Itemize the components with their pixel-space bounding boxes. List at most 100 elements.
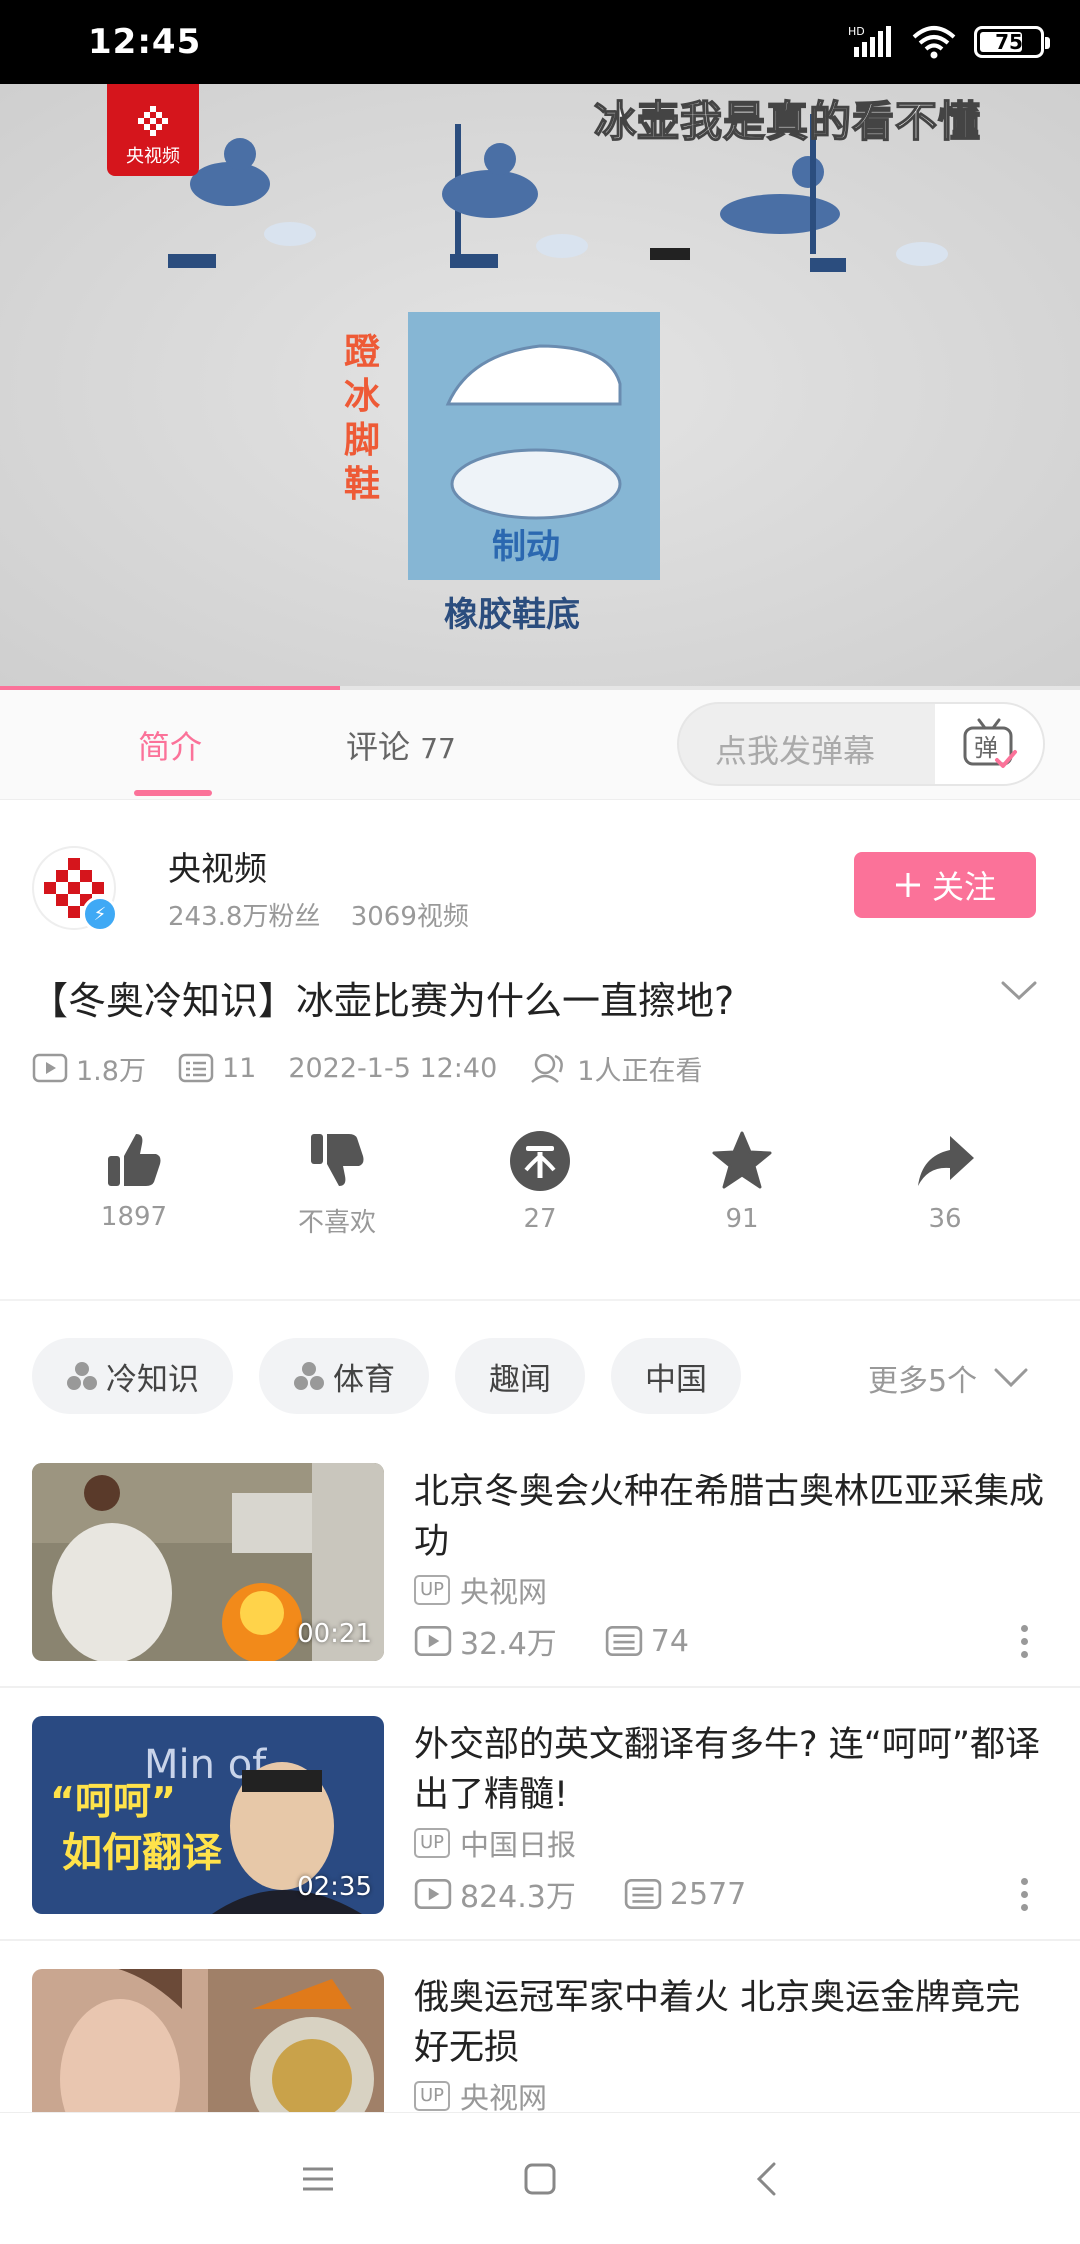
- list-item[interactable]: 00:21 北京冬奥会火种在希腊古奥林匹亚采集成功 UP 央视网 32.4万 7…: [0, 1463, 1080, 1713]
- play-count-icon: [414, 1625, 452, 1657]
- video-title[interactable]: 俄奥运冠军家中着火 北京奥运金牌竟完好无损: [414, 1973, 1054, 2073]
- video-title[interactable]: 外交部的英文翻译有多牛? 连“呵呵”都译出了精髓!: [414, 1720, 1054, 1820]
- watching-now: 1人正在看: [529, 1049, 702, 1088]
- danmaku-count: 11: [178, 1053, 256, 1084]
- list-divider: [0, 1686, 1080, 1688]
- list-divider: [0, 1939, 1080, 1941]
- author-name: 央视网: [460, 2081, 548, 2112]
- status-bar: 12:45 HD 75: [0, 0, 1080, 84]
- author-card: ⚡ 央视频 243.8万粉丝 3069视频 关注: [0, 800, 1080, 933]
- danmaku-count-icon: [178, 1053, 214, 1083]
- chevron-down-icon: [994, 1368, 1028, 1388]
- tab-intro[interactable]: 简介: [138, 722, 202, 768]
- back-chevron-icon: [756, 2162, 776, 2196]
- author-stats: 243.8万粉丝 3069视频: [168, 896, 469, 933]
- danmaku-toggle-button[interactable]: 弹: [935, 704, 1043, 784]
- more-options-icon[interactable]: [1016, 1625, 1032, 1661]
- danmaku-count-value: 74: [650, 1623, 689, 1659]
- share-button[interactable]: 36: [875, 1130, 1015, 1234]
- thumbs-down-icon: [311, 1134, 364, 1186]
- view-count: 824.3万: [414, 1872, 576, 1916]
- favorite-count: 91: [725, 1204, 759, 1234]
- tag-chip[interactable]: 体育: [259, 1338, 429, 1414]
- network-label: HD: [848, 25, 865, 38]
- dislike-button[interactable]: 不喜欢: [267, 1130, 407, 1239]
- author-name: 中国日报: [460, 1828, 577, 1862]
- tag-label: 冷知识: [106, 1361, 199, 1398]
- tag-label: 中国: [645, 1361, 707, 1398]
- video-meta-row: 1.8万 11 2022-1-5 12:40 1人正在看: [32, 1048, 734, 1088]
- author-name[interactable]: 央视频: [168, 842, 267, 890]
- topic-icon: [67, 1362, 97, 1390]
- people-icon: [531, 1053, 564, 1083]
- video-thumbnail[interactable]: 00:21: [32, 1463, 384, 1661]
- publish-date: 2022-1-5 12:40: [288, 1052, 498, 1084]
- list-item[interactable]: Min of “呵呵” 如何翻译 02:35 外交部的英文翻译有多牛? 连“呵呵…: [0, 1716, 1080, 1966]
- author-name: 央视网: [460, 1575, 548, 1609]
- video-title[interactable]: 北京冬奥会火种在希腊古奥林匹亚采集成功: [414, 1467, 1054, 1567]
- danmaku-button-label: 弹: [974, 734, 998, 762]
- follow-label: 关注: [931, 868, 996, 906]
- danmaku-input[interactable]: 点我发弹幕 弹: [677, 702, 1045, 786]
- video-player[interactable]: 蹬冰脚鞋 制动 橡胶鞋底 央视频 冰壶我是真的看不懂: [0, 84, 1080, 690]
- more-tags-button[interactable]: 更多5个: [868, 1356, 1029, 1400]
- channel-logo: 央视频: [107, 84, 199, 176]
- follow-button[interactable]: 关注: [854, 852, 1036, 918]
- home-button[interactable]: [510, 2157, 570, 2201]
- video-author: UP 央视网: [414, 2075, 547, 2112]
- coin-icon: [510, 1131, 570, 1191]
- list-item[interactable]: 俄奥运冠军家中着火 北京奥运金牌竟完好无损 UP 央视网: [0, 1969, 1080, 2112]
- tag-chip[interactable]: 冷知识: [32, 1338, 233, 1414]
- video-thumbnail[interactable]: [32, 1969, 384, 2112]
- topic-icon: [294, 1362, 324, 1390]
- tag-label: 体育: [333, 1361, 395, 1398]
- play-count-icon: [32, 1053, 68, 1083]
- thumbs-up-icon: [108, 1134, 161, 1186]
- video-stats: 32.4万 74: [414, 1619, 737, 1663]
- video-author: UP 中国日报: [414, 1822, 576, 1864]
- vertical-caption-char: 冰: [344, 376, 381, 417]
- sole-label: 橡胶鞋底: [444, 595, 580, 635]
- vertical-caption-char: 蹬: [344, 332, 381, 373]
- verified-icon: ⚡: [82, 896, 118, 932]
- up-badge: UP: [414, 1575, 451, 1605]
- menu-icon: [303, 2167, 333, 2191]
- favorite-button[interactable]: 91: [672, 1130, 812, 1234]
- view-count: 1.8万: [32, 1049, 146, 1088]
- expand-chevron-icon[interactable]: [1000, 980, 1038, 1002]
- view-count-value: 1.8万: [76, 1055, 146, 1087]
- system-navigation-bar: [0, 2112, 1080, 2244]
- danmaku-count: 74: [605, 1624, 689, 1659]
- channel-logo-text: 央视频: [126, 146, 180, 167]
- tag-label: 趣闻: [489, 1361, 551, 1398]
- share-icon: [918, 1136, 974, 1186]
- play-count-icon: [414, 1878, 452, 1910]
- watching-now-value: 1人正在看: [577, 1055, 703, 1087]
- vertical-caption-char: 鞋: [344, 464, 380, 505]
- wifi-icon: [912, 26, 956, 59]
- like-count: 1897: [100, 1202, 168, 1232]
- video-thumbnail[interactable]: Min of “呵呵” 如何翻译 02:35: [32, 1716, 384, 1914]
- section-divider: [0, 1299, 1080, 1301]
- danmaku-count-value: 11: [221, 1052, 257, 1084]
- thumbnail-image: [32, 1969, 384, 2112]
- danmaku-comment: 冰壶我是真的看不懂: [593, 96, 982, 147]
- video-author: UP 央视网: [414, 1569, 547, 1611]
- brake-label: 制动: [492, 527, 560, 567]
- coin-button[interactable]: 27: [470, 1130, 610, 1234]
- up-badge: UP: [414, 2081, 451, 2111]
- tag-chip[interactable]: 趣闻: [455, 1338, 585, 1414]
- action-bar: 1897 不喜欢 27 91 36: [0, 1130, 1080, 1250]
- tab-comments-count: 77: [420, 732, 456, 765]
- video-detail-page: 12:45 HD 75 蹬 冰 脚 鞋 制动 橡胶鞋底 央视频 冰壶我是真的看不…: [0, 0, 1080, 2244]
- tab-comments[interactable]: 评论 77: [346, 722, 456, 768]
- danmaku-count-icon: [605, 1625, 643, 1657]
- more-options-icon[interactable]: [1016, 1878, 1032, 1914]
- home-square-icon: [524, 2163, 556, 2195]
- tag-chip[interactable]: 中国: [611, 1338, 741, 1414]
- cctv-logo-icon: [138, 106, 168, 136]
- menu-button[interactable]: [288, 2157, 348, 2201]
- like-button[interactable]: 1897: [64, 1130, 204, 1232]
- back-button[interactable]: [736, 2157, 796, 2201]
- battery-level: 75: [995, 30, 1023, 54]
